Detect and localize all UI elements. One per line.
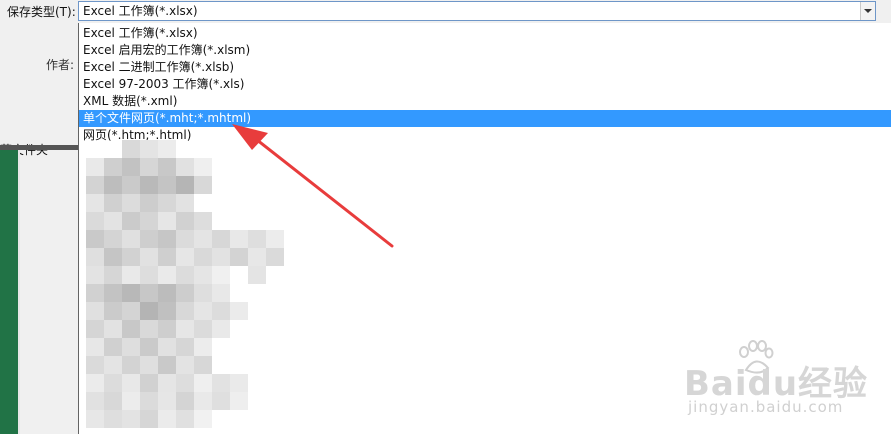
option-label: Excel 启用宏的工作簿(*.xlsm) — [83, 43, 251, 57]
dropdown-option-xlsx[interactable]: Excel 工作簿(*.xlsx) — [79, 25, 891, 42]
option-label: 单个文件网页(*.mht;*.mhtml) — [83, 111, 252, 125]
excel-window-edge — [0, 150, 18, 434]
chevron-down-icon — [864, 9, 872, 13]
dropdown-option-xlsb[interactable]: Excel 二进制工作簿(*.xlsb) — [79, 59, 891, 76]
save-type-selected-value: Excel 工作簿(*.xlsx) — [83, 4, 198, 18]
save-type-combobox[interactable]: Excel 工作簿(*.xlsx) — [78, 1, 876, 21]
window-border — [18, 150, 20, 434]
option-label: Excel 97-2003 工作簿(*.xls) — [83, 77, 245, 91]
dropdown-button[interactable] — [860, 2, 875, 20]
option-label: Excel 二进制工作簿(*.xlsb) — [83, 60, 235, 74]
dropdown-option-xlsm[interactable]: Excel 启用宏的工作簿(*.xlsm) — [79, 42, 891, 59]
author-label: 作者: — [46, 58, 75, 72]
watermark-url: jingyan.baidu.com — [688, 398, 844, 416]
save-type-label: 保存类型(T): — [7, 5, 76, 19]
dropdown-option-mht-selected[interactable]: 单个文件网页(*.mht;*.mhtml) — [79, 110, 891, 127]
option-label: Excel 工作簿(*.xlsx) — [83, 26, 198, 40]
pixelated-region — [86, 140, 284, 428]
baidu-watermark: Baidu经验 jingyan.baidu.com — [678, 338, 878, 428]
dropdown-option-xls[interactable]: Excel 97-2003 工作簿(*.xls) — [79, 76, 891, 93]
dropdown-option-xml[interactable]: XML 数据(*.xml) — [79, 93, 891, 110]
option-label: XML 数据(*.xml) — [83, 94, 178, 108]
